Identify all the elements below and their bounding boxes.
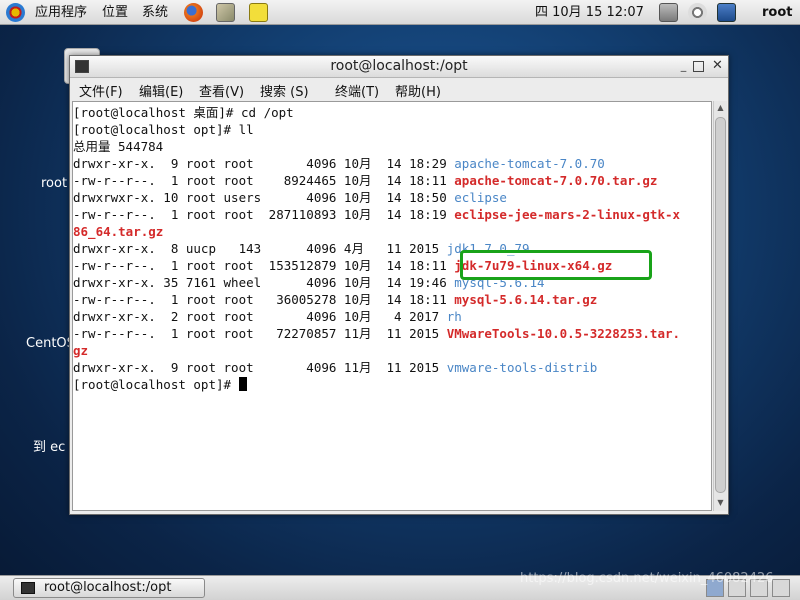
terminal-line-text: drwxr-xr-x. 8 uucp 143 4096 4月 11 2015 — [73, 241, 447, 256]
terminal-line: drwxrwxr-x. 10 root users 4096 10月 14 18… — [73, 189, 507, 206]
maximize-icon[interactable] — [693, 61, 704, 72]
desktop-label-centos[interactable]: CentOS — [26, 336, 75, 351]
clock[interactable]: 四 10月 15 12:07 — [535, 4, 644, 21]
menu-file[interactable]: 文件(F) — [79, 81, 123, 100]
notes-icon[interactable] — [249, 3, 268, 22]
top-panel: 应用程序 位置 系统 四 10月 15 12:07 root — [0, 0, 800, 25]
menu-places[interactable]: 位置 — [102, 4, 128, 21]
terminal-line-text: drwxrwxr-x. 10 root users 4096 10月 14 18… — [73, 190, 455, 205]
volume-icon[interactable] — [688, 3, 707, 22]
window-titlebar[interactable]: root@localhost:/opt _ ✕ — [70, 56, 728, 78]
archive-name: eclipse-jee-mars-2-linux-gtk-x — [454, 207, 681, 222]
archive-name: mysql-5.6.14.tar.gz — [454, 292, 598, 307]
watermark: https://blog.csdn.net/weixin_46082426 — [520, 571, 774, 586]
display-icon[interactable] — [717, 3, 736, 22]
archive-name: apache-tomcat-7.0.70.tar.gz — [454, 173, 658, 188]
terminal-line: 总用量 544784 — [73, 138, 163, 155]
archive-name: VMwareTools-10.0.5-3228253.tar. — [446, 326, 681, 341]
directory-name: rh — [446, 309, 462, 324]
minimize-icon[interactable]: _ — [676, 59, 691, 74]
taskbar-label: root@localhost:/opt — [44, 580, 172, 595]
window-menubar: 文件(F) 编辑(E) 查看(V) 搜索 (S) 终端(T) 帮助(H) — [70, 78, 728, 100]
menu-terminal[interactable]: 终端(T) — [335, 81, 379, 100]
user-name[interactable]: root — [762, 4, 793, 21]
scroll-thumb[interactable] — [715, 117, 726, 493]
terminal-line-text: -rw-r--r--. 1 root root 153512879 10月 14… — [73, 258, 455, 273]
terminal-line-text: drwxr-xr-x. 9 root root 4096 11月 11 2015 — [73, 360, 447, 375]
menu-view[interactable]: 查看(V) — [199, 81, 244, 100]
terminal-line-text: 总用量 544784 — [73, 139, 164, 154]
terminal-line-text: [root@localhost opt]# ll — [73, 122, 254, 137]
terminal-line: [root@localhost opt]# — [73, 376, 247, 393]
terminal-line: [root@localhost 桌面]# cd /opt — [73, 104, 294, 121]
directory-name: vmware-tools-distrib — [446, 360, 598, 375]
taskbar-button-terminal[interactable]: root@localhost:/opt — [13, 578, 205, 598]
terminal-line: [root@localhost opt]# ll — [73, 121, 254, 138]
terminal-window: root@localhost:/opt _ ✕ 文件(F) 编辑(E) 查看(V… — [69, 55, 729, 515]
terminal-line: drwxr-xr-x. 9 root root 4096 11月 11 2015… — [73, 359, 597, 376]
terminal-line-text: [root@localhost opt]# — [73, 377, 239, 392]
highlight-box — [460, 250, 652, 280]
desktop-label-eclipse[interactable]: 到 ec — [33, 436, 65, 455]
terminal-line-text: drwxr-xr-x. 2 root root 4096 10月 4 2017 — [73, 309, 447, 324]
menu-system[interactable]: 系统 — [142, 4, 168, 21]
terminal-line-text: [root@localhost 桌面]# cd /opt — [73, 105, 294, 120]
close-icon[interactable]: ✕ — [710, 59, 725, 74]
terminal-line: -rw-r--r--. 1 root root 287110893 10月 14… — [73, 206, 680, 223]
text-cursor — [238, 377, 247, 391]
firefox-icon[interactable] — [184, 3, 203, 22]
terminal-line-text: -rw-r--r--. 1 root root 72270857 11月 11 … — [73, 326, 447, 341]
terminal-line-text: -rw-r--r--. 1 root root 8924465 10月 14 1… — [73, 173, 455, 188]
terminal-line: -rw-r--r--. 1 root root 36005278 10月 14 … — [73, 291, 597, 308]
mail-icon[interactable] — [216, 3, 235, 22]
terminal-line: -rw-r--r--. 1 root root 8924465 10月 14 1… — [73, 172, 657, 189]
gnome-foot-icon[interactable] — [6, 3, 25, 22]
terminal-line-text: drwxr-xr-x. 35 7161 wheel 4096 10月 14 19… — [73, 275, 455, 290]
menu-help[interactable]: 帮助(H) — [395, 81, 441, 100]
window-title: root@localhost:/opt — [330, 58, 468, 74]
terminal-line-text: drwxr-xr-x. 9 root root 4096 10月 14 18:2… — [73, 156, 455, 171]
terminal-line-text: -rw-r--r--. 1 root root 36005278 10月 14 … — [73, 292, 455, 307]
directory-name: apache-tomcat-7.0.70 — [454, 156, 605, 171]
desktop-label-root[interactable]: root — [41, 176, 67, 191]
terminal-line: drwxr-xr-x. 9 root root 4096 10月 14 18:2… — [73, 155, 605, 172]
terminal-scrollbar[interactable]: ▲ ▼ — [713, 101, 727, 511]
terminal-output[interactable]: [root@localhost 桌面]# cd /opt [root@localh… — [72, 101, 712, 511]
menu-search[interactable]: 搜索 (S) — [260, 81, 309, 100]
workspace-4[interactable] — [772, 579, 790, 597]
scroll-up-icon[interactable]: ▲ — [714, 101, 727, 115]
terminal-icon — [21, 582, 35, 594]
terminal-line: -rw-r--r--. 1 root root 72270857 11月 11 … — [73, 325, 680, 342]
menu-applications[interactable]: 应用程序 — [35, 4, 87, 21]
archive-name: gz — [73, 343, 89, 358]
terminal-line-text: -rw-r--r--. 1 root root 287110893 10月 14… — [73, 207, 455, 222]
terminal-line: 86_64.tar.gz — [73, 223, 163, 240]
network-icon[interactable] — [659, 3, 678, 22]
menu-edit[interactable]: 编辑(E) — [139, 81, 183, 100]
archive-name: 86_64.tar.gz — [73, 224, 164, 239]
terminal-line: drwxr-xr-x. 2 root root 4096 10月 4 2017 … — [73, 308, 462, 325]
scroll-down-icon[interactable]: ▼ — [714, 496, 727, 510]
directory-name: eclipse — [454, 190, 507, 205]
terminal-line: gz — [73, 342, 88, 359]
